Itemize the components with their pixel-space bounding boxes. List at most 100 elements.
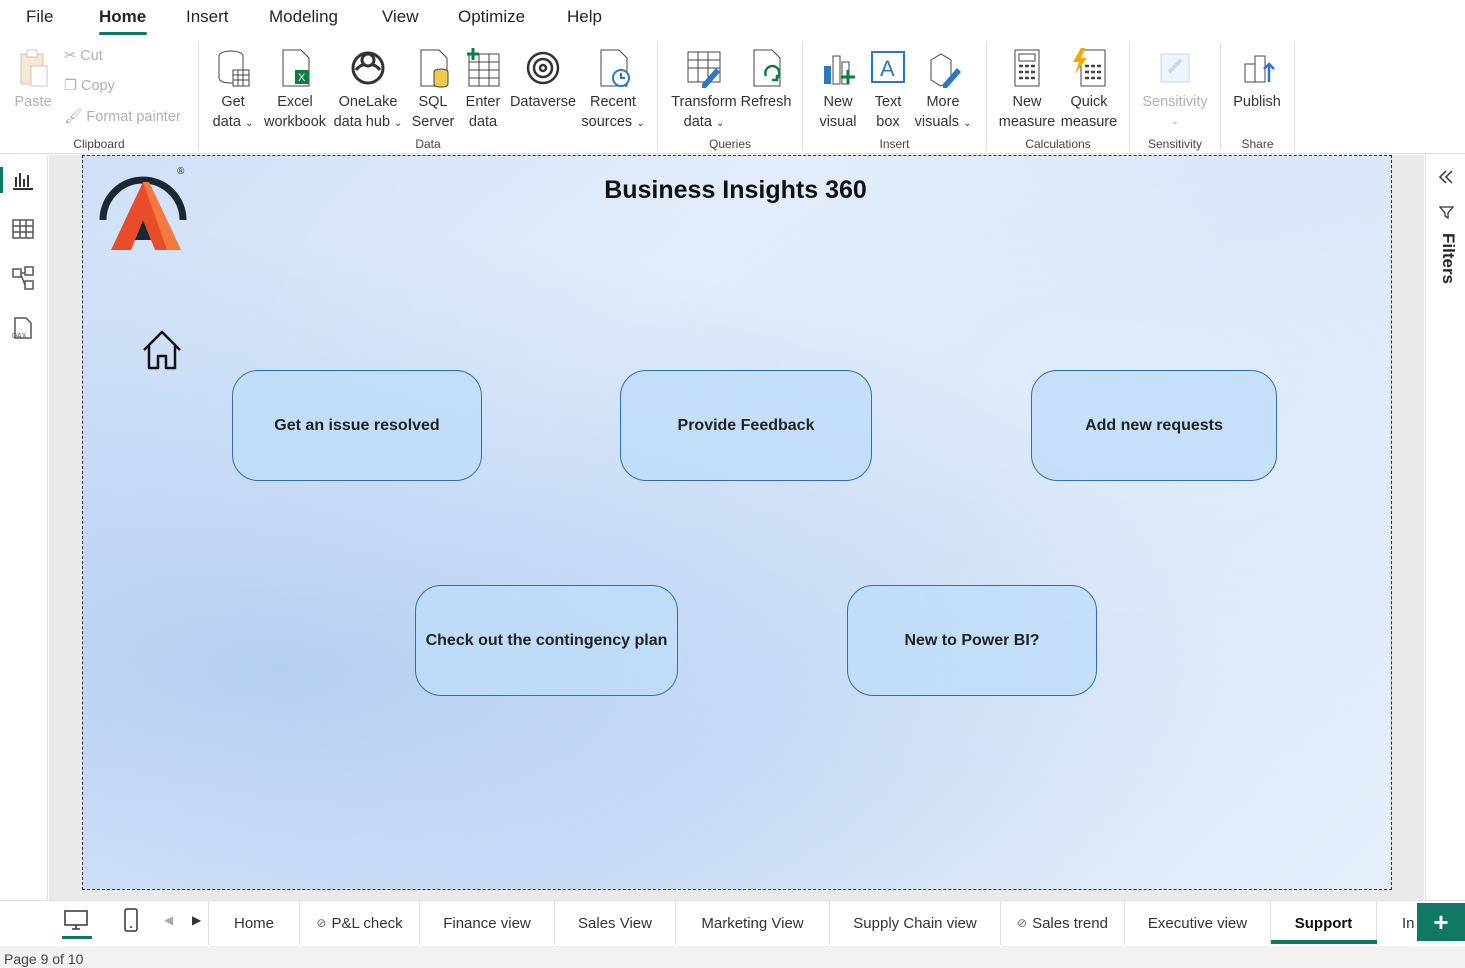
active-menu-indicator bbox=[99, 32, 147, 35]
data-group-label: Data bbox=[415, 137, 441, 151]
svg-text:A: A bbox=[880, 56, 895, 81]
svg-text:DAX: DAX bbox=[12, 333, 27, 340]
onelake-data-hub-button[interactable]: OneLake data hub ⌄ bbox=[330, 46, 406, 134]
new-visual-button[interactable]: New visual bbox=[814, 46, 862, 132]
quick-measure-label: Quick bbox=[1070, 94, 1108, 110]
refresh-label: Refresh bbox=[740, 94, 792, 110]
tab-partial[interactable]: In bbox=[1377, 901, 1417, 945]
clipboard-group-label: Clipboard bbox=[73, 137, 125, 151]
menu-home[interactable]: Home bbox=[99, 7, 146, 27]
excel-workbook-button[interactable]: X Excel workbook bbox=[260, 46, 330, 132]
active-tab-indicator bbox=[1271, 940, 1377, 944]
model-view-icon[interactable] bbox=[10, 265, 36, 291]
excel-label-2: workbook bbox=[263, 114, 327, 130]
issue-resolved-button[interactable]: Get an issue resolved bbox=[232, 370, 482, 481]
home-icon[interactable] bbox=[140, 328, 184, 372]
quick-measure-label-2: measure bbox=[1060, 114, 1118, 130]
separator bbox=[986, 42, 987, 150]
view-switcher-rail: DAX bbox=[0, 155, 48, 900]
dax-query-view-icon[interactable]: DAX bbox=[10, 315, 36, 341]
tab-pl-check[interactable]: ⊘ P&L check bbox=[300, 901, 420, 945]
sql-label: SQL bbox=[418, 94, 448, 110]
tab-finance-view[interactable]: Finance view bbox=[420, 901, 555, 945]
format-painter-button[interactable]: 🖌 Format painter bbox=[64, 108, 181, 126]
chevron-down-icon: ⌄ bbox=[715, 118, 725, 129]
report-view-icon[interactable] bbox=[10, 167, 36, 193]
page-tab-bar: ◀ ▶ Home ⊘ P&L check Finance view Sales V… bbox=[0, 900, 1465, 945]
refresh-button[interactable]: Refresh bbox=[740, 46, 792, 112]
provide-feedback-button[interactable]: Provide Feedback bbox=[620, 370, 872, 481]
expand-chevron-icon[interactable] bbox=[1438, 169, 1454, 185]
more-visuals-button[interactable]: More visuals ⌄ bbox=[912, 46, 974, 134]
contingency-plan-button[interactable]: Check out the contingency plan bbox=[415, 585, 678, 696]
new-to-power-bi-button[interactable]: New to Power BI? bbox=[847, 585, 1097, 696]
menu-view[interactable]: View bbox=[382, 7, 419, 27]
copy-icon: ❐ bbox=[64, 78, 77, 94]
filters-label: Filters bbox=[1439, 233, 1458, 285]
excel-icon: X bbox=[282, 49, 310, 87]
new-visual-label-2: visual bbox=[819, 114, 857, 130]
table-add-icon bbox=[467, 48, 500, 87]
cut-button[interactable]: ✂ Cut bbox=[64, 48, 103, 64]
menu-file[interactable]: File bbox=[26, 7, 53, 27]
report-title: Business Insights 360 bbox=[604, 176, 867, 204]
new-measure-label-2: measure bbox=[998, 114, 1056, 130]
separator bbox=[802, 42, 803, 150]
onelake-label-2: data hub bbox=[333, 114, 391, 130]
publish-button[interactable]: Publish bbox=[1228, 46, 1286, 112]
chevron-down-icon: ⌄ bbox=[1170, 116, 1180, 127]
menu-optimize[interactable]: Optimize bbox=[458, 7, 525, 27]
recent-label: Recent bbox=[590, 94, 636, 110]
report-page: ® Business Insights 360 Get an issue res… bbox=[82, 155, 1392, 890]
add-page-button[interactable]: + bbox=[1417, 903, 1465, 941]
tab-home[interactable]: Home bbox=[209, 901, 300, 945]
filters-pane-collapsed[interactable]: Filters bbox=[1425, 155, 1465, 900]
paste-button[interactable]: Paste bbox=[8, 46, 58, 112]
get-data-label-2: data bbox=[212, 114, 241, 130]
sensitivity-group-label: Sensitivity bbox=[1147, 137, 1203, 151]
get-data-button[interactable]: Get data ⌄ bbox=[208, 46, 258, 134]
ribbon: Paste ✂ Cut ❐ Copy 🖌 Format painter Clipboa… bbox=[0, 38, 1465, 154]
refresh-icon bbox=[753, 49, 781, 87]
tab-sales-trend[interactable]: ⊘ Sales trend bbox=[1001, 901, 1125, 945]
recent-sources-button[interactable]: Recent sources ⌄ bbox=[580, 46, 646, 134]
sensitivity-icon bbox=[1160, 53, 1190, 83]
recent-label-2: sources bbox=[581, 114, 633, 130]
more-visuals-icon bbox=[930, 53, 961, 88]
sensitivity-label: Sensitivity bbox=[1142, 94, 1208, 110]
dataverse-button[interactable]: Dataverse bbox=[508, 46, 578, 112]
calculations-group-label: Calculations bbox=[1025, 137, 1091, 151]
tab-sales-view[interactable]: Sales View bbox=[555, 901, 676, 945]
scroll-left-icon[interactable]: ◀ bbox=[164, 913, 173, 927]
copy-label: Copy bbox=[81, 78, 115, 94]
publish-label: Publish bbox=[1233, 94, 1281, 110]
separator bbox=[198, 42, 199, 150]
plus-icon: + bbox=[1433, 906, 1449, 937]
new-measure-button[interactable]: New measure bbox=[996, 46, 1058, 132]
dataverse-label: Dataverse bbox=[509, 94, 577, 110]
database-icon bbox=[218, 50, 250, 87]
sensitivity-button[interactable]: Sensitivity ⌄ bbox=[1138, 46, 1212, 132]
menu-modeling[interactable]: Modeling bbox=[269, 7, 338, 27]
add-new-requests-button[interactable]: Add new requests bbox=[1031, 370, 1277, 481]
scissors-icon: ✂ bbox=[64, 48, 77, 64]
text-box-button[interactable]: A Text box bbox=[866, 46, 910, 132]
cut-label: Cut bbox=[80, 48, 103, 64]
sql-label-2: Server bbox=[411, 114, 455, 130]
tab-executive-view[interactable]: Executive view bbox=[1125, 901, 1271, 945]
quick-measure-icon bbox=[1073, 48, 1106, 87]
tab-marketing-view[interactable]: Marketing View bbox=[676, 901, 830, 945]
enter-data-button[interactable]: Enter data bbox=[460, 46, 506, 132]
mobile-layout-icon[interactable] bbox=[122, 907, 140, 933]
tab-support[interactable]: Support bbox=[1271, 901, 1377, 945]
transform-data-button[interactable]: Transform data ⌄ bbox=[668, 46, 740, 134]
tab-supply-chain-view[interactable]: Supply Chain view bbox=[830, 901, 1001, 945]
table-view-icon[interactable] bbox=[10, 216, 36, 242]
menu-insert[interactable]: Insert bbox=[186, 7, 229, 27]
menu-help[interactable]: Help bbox=[567, 7, 602, 27]
scroll-right-icon[interactable]: ▶ bbox=[192, 913, 201, 927]
copy-button[interactable]: ❐ Copy bbox=[64, 78, 115, 94]
sql-server-button[interactable]: SQL Server bbox=[410, 46, 456, 132]
quick-measure-button[interactable]: Quick measure bbox=[1058, 46, 1120, 132]
desktop-layout-icon[interactable] bbox=[62, 909, 90, 931]
